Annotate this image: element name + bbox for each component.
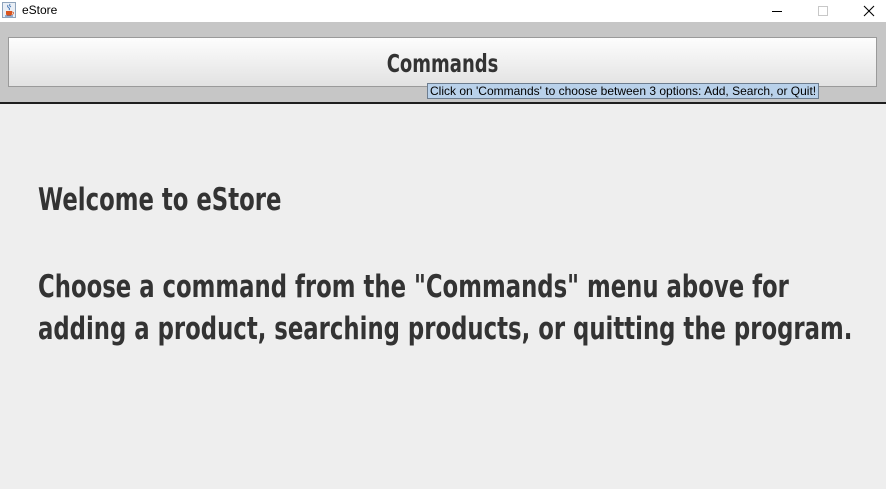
- commands-tooltip: Click on 'Commands' to choose between 3 …: [427, 83, 820, 99]
- instruction-line-1: Choose a command from the "Commands" men…: [38, 269, 789, 305]
- java-cup-icon: [2, 2, 16, 18]
- close-button[interactable]: [846, 0, 886, 22]
- title-bar: eStore: [0, 0, 886, 22]
- commands-menu[interactable]: Commands: [8, 37, 877, 87]
- close-icon: [863, 5, 875, 17]
- maximize-icon: [818, 6, 828, 16]
- maximize-button[interactable]: [800, 0, 846, 22]
- minimize-button[interactable]: [754, 0, 800, 22]
- instruction-line-2: adding a product, searching products, or…: [38, 311, 853, 347]
- minimize-icon: [772, 11, 782, 12]
- commands-menu-label: Commands: [386, 48, 499, 78]
- welcome-heading: Welcome to eStore: [38, 182, 282, 218]
- window-title: eStore: [22, 3, 58, 17]
